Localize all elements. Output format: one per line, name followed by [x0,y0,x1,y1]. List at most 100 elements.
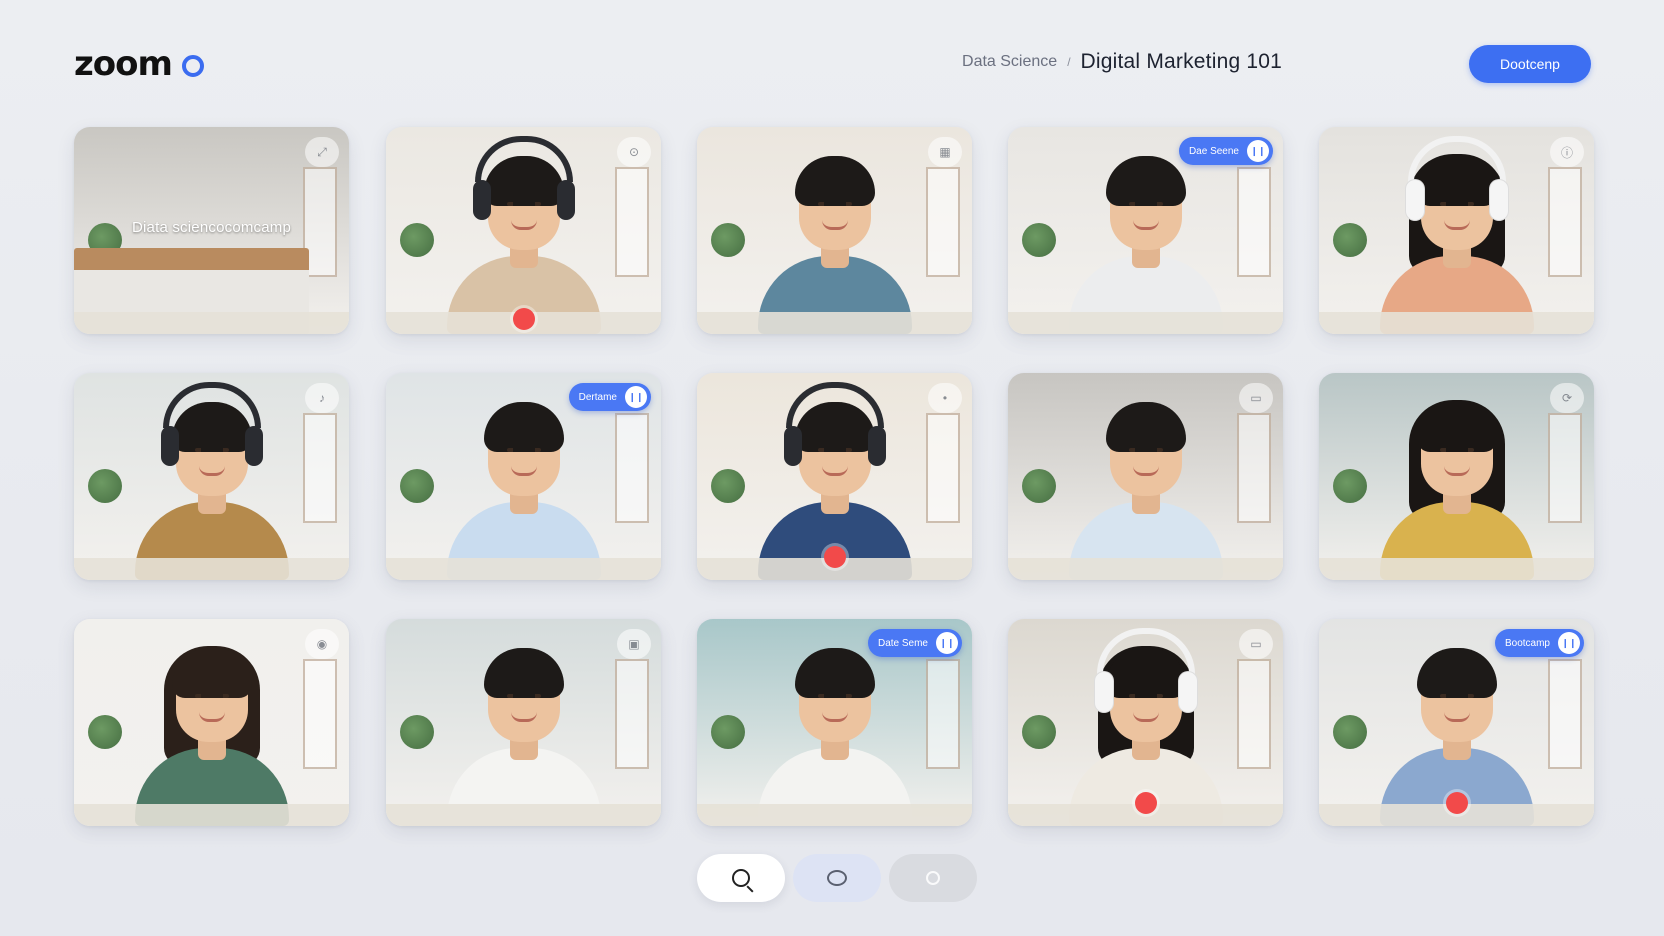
desk [74,312,349,334]
mic-icon[interactable]: ♪ [305,383,339,413]
share-screen-icon [926,871,940,885]
info-icon[interactable]: ⓘ [1550,137,1584,167]
background-shelf [1548,413,1582,523]
headphone-cup [1094,672,1113,712]
lock-icon[interactable]: ▣ [617,629,651,659]
background-shelf [1237,413,1271,523]
participant-avatar [1362,136,1552,334]
logo-text: zoom [74,44,173,84]
participant-tag[interactable]: Dae Seene ❙❙ [1178,137,1273,165]
search-button[interactable] [697,854,785,902]
grid-icon[interactable]: ▦ [928,137,962,167]
breadcrumb-separator: / [1067,55,1071,69]
hair-top [483,402,564,452]
headphone-cup [1489,180,1508,220]
participant-tile[interactable]: Diata sciencocomcamp ⤢ [74,127,349,334]
zoom-logo: zoom [74,44,204,84]
eyes [1128,202,1163,206]
participant-tile[interactable]: ⟳ [1319,373,1594,580]
participant-tag-label: Bootcamp [1504,637,1550,649]
recording-indicator-icon [1445,792,1468,814]
hair-top [1416,648,1497,698]
pin-icon[interactable]: ⊙ [617,137,651,167]
desk [386,804,661,826]
participant-tag[interactable]: Dertame ❙❙ [568,383,651,411]
desk [1008,312,1283,334]
participant-avatar [1051,144,1241,334]
headphone-cup [783,426,802,466]
participant-tile[interactable]: • [697,373,972,580]
desk [1008,558,1283,580]
eyes [506,202,541,206]
recording-indicator-icon [1134,792,1157,814]
participant-avatar [117,636,307,826]
share-icon[interactable]: ⟳ [1550,383,1584,413]
participant-tile[interactable]: ▣ [386,619,661,826]
participant-tile[interactable]: Dae Seene ❙❙ [1008,127,1283,334]
headphone-cup [472,180,491,220]
dot-icon[interactable]: • [928,383,962,413]
eyes [817,448,852,452]
background-shelf [1237,167,1271,277]
desk [697,804,972,826]
meeting-title: Digital Marketing 101 [1080,50,1282,73]
camera-icon[interactable]: ▭ [1239,629,1273,659]
desk [74,804,349,826]
participant-avatar [429,136,619,334]
background-shelf [615,167,649,277]
participant-avatar [429,390,619,580]
participant-avatar [117,382,307,580]
background-shelf [615,659,649,769]
background-shelf [1548,167,1582,277]
participant-tile[interactable]: Dertame ❙❙ [386,373,661,580]
participant-tile[interactable]: ♪ [74,373,349,580]
hair-top [1105,402,1186,452]
pause-icon: ❙❙ [1558,632,1580,654]
participant-tile[interactable]: ⊙ [386,127,661,334]
eyes [506,694,541,698]
camera-icon[interactable]: ▭ [1239,383,1273,413]
participant-tile[interactable]: Bootcamp ❙❙ [1319,619,1594,826]
pause-icon: ❙❙ [936,632,958,654]
header-action-button[interactable]: Dootcenp [1469,45,1591,83]
breadcrumb-parent[interactable]: Data Science [962,53,1057,71]
participant-tile[interactable]: ⓘ [1319,127,1594,334]
pause-icon: ❙❙ [625,386,647,408]
background-shelf [1548,659,1582,769]
recording-indicator-icon [512,308,535,330]
headphone-cup [556,180,575,220]
participant-avatar [1051,390,1241,580]
logo-ring-icon [181,55,204,77]
desk [697,312,972,334]
tile-caption: Diata sciencocomcamp [131,219,292,236]
chat-button[interactable] [793,854,881,902]
pause-icon: ❙❙ [1247,140,1269,162]
participant-tile[interactable]: ◉ [74,619,349,826]
desk [1319,312,1594,334]
video-icon[interactable]: ◉ [305,629,339,659]
eyes [1128,694,1163,698]
participant-avatar [740,636,930,826]
participant-tag[interactable]: Date Seme ❙❙ [867,629,962,657]
background-shelf [303,413,337,523]
headphone-cup [160,426,179,466]
chat-bubble-icon [827,870,847,886]
eyes [194,694,229,698]
participant-tile[interactable]: Date Seme ❙❙ [697,619,972,826]
bottom-controls [697,854,977,902]
eyes [1439,202,1474,206]
expand-icon[interactable]: ⤢ [305,137,339,167]
participant-tile[interactable]: ▦ [697,127,972,334]
top-bar: zoom Data Science / Digital Marketing 10… [0,0,1664,120]
background-shelf [1237,659,1271,769]
desk [74,558,349,580]
eyes [194,448,229,452]
participant-tile[interactable]: ▭ [1008,373,1283,580]
recording-indicator-icon [823,546,846,568]
eyes [1439,448,1474,452]
background-shelf [926,659,960,769]
share-button[interactable] [889,854,977,902]
participant-tile[interactable]: ▭ [1008,619,1283,826]
eyes [506,448,541,452]
participant-tag[interactable]: Bootcamp ❙❙ [1494,629,1584,657]
